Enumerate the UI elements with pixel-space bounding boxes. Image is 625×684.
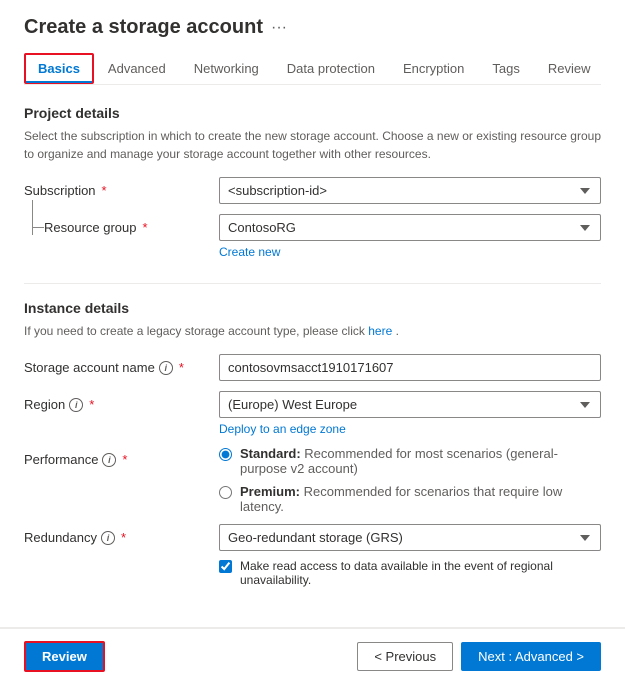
footer: Review < Previous Next : Advanced >	[0, 628, 625, 684]
performance-standard-radio[interactable]	[219, 448, 232, 461]
performance-row: Performance i * Standard: Recommended fo…	[24, 446, 601, 514]
read-access-checkbox[interactable]	[219, 560, 232, 573]
performance-premium-option[interactable]: Premium: Recommended for scenarios that …	[219, 484, 601, 514]
performance-info-icon[interactable]: i	[102, 453, 116, 467]
required-indicator-rg: *	[143, 220, 148, 235]
project-details-title: Project details	[24, 105, 601, 121]
tab-networking[interactable]: Networking	[180, 53, 273, 84]
project-details-description: Select the subscription in which to crea…	[24, 127, 601, 163]
required-indicator-name: *	[179, 360, 184, 375]
performance-standard-label: Standard: Recommended for most scenarios…	[240, 446, 601, 476]
region-row: Region i * (Europe) West Europe Deploy t…	[24, 391, 601, 436]
storage-name-info-icon[interactable]: i	[159, 361, 173, 375]
redundancy-label: Redundancy i *	[24, 524, 219, 545]
redundancy-row: Redundancy i * Geo-redundant storage (GR…	[24, 524, 601, 587]
tab-review[interactable]: Review	[534, 53, 605, 84]
read-access-label: Make read access to data available in th…	[240, 559, 601, 587]
storage-name-label: Storage account name i *	[24, 354, 219, 375]
tab-tags[interactable]: Tags	[478, 53, 533, 84]
storage-name-control	[219, 354, 601, 381]
subscription-row: Subscription * <subscription-id>	[24, 177, 601, 204]
instance-details-description: If you need to create a legacy storage a…	[24, 322, 601, 340]
required-indicator-redundancy: *	[121, 530, 126, 545]
tabs-bar: Basics Advanced Networking Data protecti…	[24, 53, 601, 85]
tab-basics[interactable]: Basics	[24, 53, 94, 84]
region-label: Region i *	[24, 391, 219, 412]
subscription-label: Subscription *	[24, 177, 219, 198]
instance-details-title: Instance details	[24, 300, 601, 316]
page-title: Create a storage account	[24, 16, 263, 39]
region-info-icon[interactable]: i	[69, 398, 83, 412]
read-access-checkbox-row[interactable]: Make read access to data available in th…	[219, 559, 601, 587]
here-link[interactable]: here	[368, 324, 392, 338]
subscription-dropdown[interactable]: <subscription-id>	[219, 177, 601, 204]
resource-group-label: Resource group *	[24, 214, 219, 235]
resource-group-control: ContosoRG Create new	[219, 214, 601, 259]
redundancy-dropdown[interactable]: Geo-redundant storage (GRS)	[219, 524, 601, 551]
required-indicator-region: *	[89, 397, 94, 412]
region-dropdown[interactable]: (Europe) West Europe	[219, 391, 601, 418]
tab-data-protection[interactable]: Data protection	[273, 53, 389, 84]
performance-control: Standard: Recommended for most scenarios…	[219, 446, 601, 514]
performance-radio-group: Standard: Recommended for most scenarios…	[219, 446, 601, 514]
storage-name-input[interactable]	[219, 354, 601, 381]
performance-standard-option[interactable]: Standard: Recommended for most scenarios…	[219, 446, 601, 476]
subscription-control: <subscription-id>	[219, 177, 601, 204]
performance-premium-radio[interactable]	[219, 486, 232, 499]
section-divider-1	[24, 283, 601, 284]
redundancy-control: Geo-redundant storage (GRS) Make read ac…	[219, 524, 601, 587]
project-details-section: Project details Select the subscription …	[24, 105, 601, 259]
tab-encryption[interactable]: Encryption	[389, 53, 478, 84]
required-indicator: *	[102, 183, 107, 198]
instance-details-section: Instance details If you need to create a…	[24, 300, 601, 587]
deploy-edge-link[interactable]: Deploy to an edge zone	[219, 422, 601, 436]
performance-label: Performance i *	[24, 446, 219, 467]
tab-advanced[interactable]: Advanced	[94, 53, 180, 84]
create-new-link[interactable]: Create new	[219, 245, 601, 259]
resource-group-dropdown[interactable]: ContosoRG	[219, 214, 601, 241]
performance-premium-label: Premium: Recommended for scenarios that …	[240, 484, 601, 514]
storage-name-row: Storage account name i *	[24, 354, 601, 381]
redundancy-info-icon[interactable]: i	[101, 531, 115, 545]
resource-group-row: Resource group * ContosoRG Create new	[24, 214, 601, 259]
ellipsis-menu-icon[interactable]: ···	[271, 19, 287, 37]
required-indicator-perf: *	[122, 452, 127, 467]
region-control: (Europe) West Europe Deploy to an edge z…	[219, 391, 601, 436]
